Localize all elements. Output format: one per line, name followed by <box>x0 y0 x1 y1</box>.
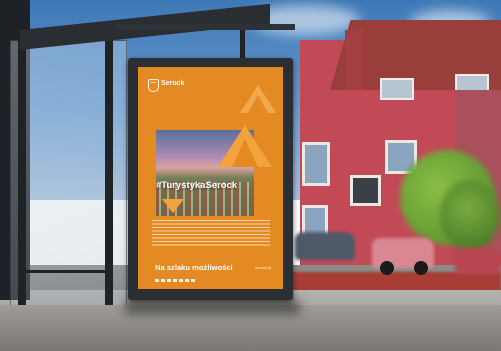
coat-of-arms-icon <box>148 79 159 92</box>
house-chimney <box>345 30 363 90</box>
poster: Serock #TurystykaSerock Na szlaku możliw… <box>138 67 283 289</box>
car-wheel <box>414 261 428 275</box>
roof-dormer <box>380 78 414 100</box>
shelter-shadow <box>125 300 300 314</box>
poster-body-text <box>152 220 270 246</box>
poster-website: serock.pl <box>255 265 272 270</box>
triangle-shape <box>240 85 276 113</box>
shelter-post <box>105 30 113 330</box>
parked-car <box>295 232 355 260</box>
tree <box>440 180 500 250</box>
triangle-shape <box>162 199 184 213</box>
brand-name: Serock <box>161 80 185 87</box>
shelter-post <box>18 30 26 305</box>
car-wheel <box>380 261 394 275</box>
shelter-roof-edge <box>115 24 295 30</box>
crest-detail <box>151 82 156 87</box>
parked-car <box>455 248 501 274</box>
house-window <box>302 142 330 186</box>
poster-tagline: Na szlaku możliwości <box>155 263 233 272</box>
house-window <box>350 175 381 206</box>
triangle-shape <box>218 125 272 167</box>
bus-stop-scene: Serock #TurystykaSerock Na szlaku możliw… <box>0 0 501 351</box>
partner-logos <box>155 279 195 282</box>
poster-hashtag: #TurystykaSerock <box>156 180 238 191</box>
shelter-rail <box>18 270 108 273</box>
